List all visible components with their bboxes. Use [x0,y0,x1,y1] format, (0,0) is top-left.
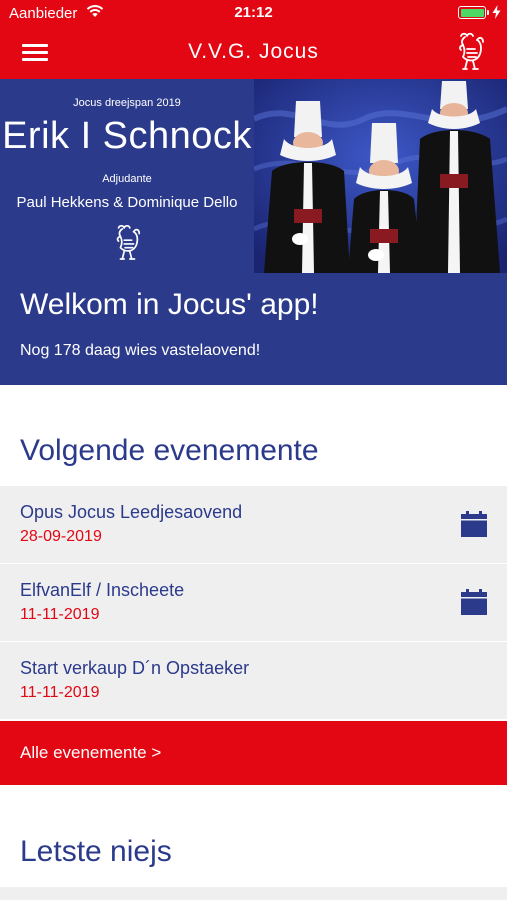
add-to-calendar-icon[interactable] [461,589,487,615]
event-date: 11-11-2019 [20,606,100,623]
welcome-heading: Welkom in Jocus' app! [20,288,319,321]
charging-bolt-icon [492,5,501,19]
event-title: ElfvanElf / Inscheete [20,580,185,600]
add-to-calendar-icon[interactable] [461,511,487,537]
top-bar: Aanbieder 21:12 V.V.G. Jocus [0,0,507,79]
hero-text-block: Jocus dreejspan 2019 Erik I Schnock Adju… [0,79,254,273]
events-list: Opus Jocus Leedjesaovend 28-09-2019 Elfv… [0,486,507,720]
event-item[interactable]: Opus Jocus Leedjesaovend 28-09-2019 [0,486,507,564]
prince-trio-photo [254,79,507,273]
event-item[interactable]: Start verkaup D´n Opstaeker 11-11-2019 [0,642,507,720]
adjutant-label: Adjudante [102,173,152,185]
status-bar: Aanbieder 21:12 [0,0,507,26]
all-events-label: Alle evenemente > [20,743,162,762]
rooster-emblem-icon [116,224,141,260]
app-title: V.V.G. Jocus [188,40,319,63]
event-date: 11-11-2019 [20,684,100,701]
prince-name: Erik I Schnock [2,115,252,157]
event-title: Opus Jocus Leedjesaovend [20,502,243,522]
all-events-button[interactable]: Alle evenemente > [0,721,507,785]
battery-icon [458,6,486,19]
adjutant-names: Paul Hekkens & Dominique Dello [16,194,238,211]
carnival-countdown: Nog 178 daag wies vastelaovend! [20,342,261,359]
navigation-bar: V.V.G. Jocus [0,26,507,79]
event-date: 28-09-2019 [20,528,102,545]
events-section-title: Volgende evenemente [20,434,319,467]
news-section-title: Letste niejs [20,835,172,868]
event-item[interactable]: ElfvanElf / Inscheete 11-11-2019 [0,564,507,642]
news-list-start [0,887,507,900]
hero-subtitle: Jocus dreejspan 2019 [73,97,181,109]
rooster-logo-icon[interactable] [453,32,487,72]
hero-banner: Jocus dreejspan 2019 Erik I Schnock Adju… [0,79,507,385]
battery-cap [487,10,489,15]
status-time: 21:12 [234,4,273,21]
event-title: Start verkaup D´n Opstaeker [20,658,250,678]
